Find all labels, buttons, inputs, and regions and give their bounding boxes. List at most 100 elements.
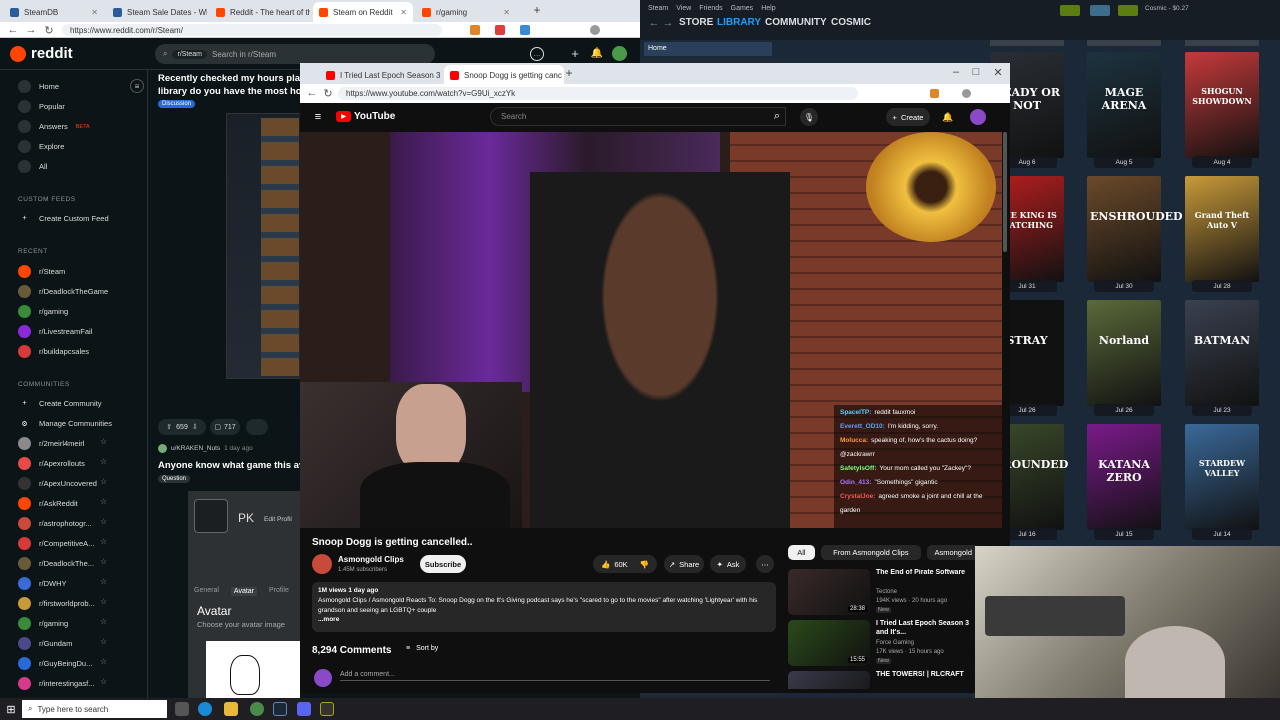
file-explorer-icon[interactable]	[224, 702, 238, 716]
award-button[interactable]	[246, 419, 268, 435]
friends-icon[interactable]	[1060, 5, 1080, 16]
filter-chip[interactable]: All	[788, 545, 815, 560]
community-item[interactable]: r/gaming	[18, 617, 68, 630]
sort-by-button[interactable]: ≡ Sort by	[406, 645, 438, 652]
downvote-icon[interactable]: ⇩	[192, 423, 198, 431]
close-icon[interactable]: ✕	[992, 66, 1004, 79]
store-tab[interactable]: STORE	[679, 17, 713, 28]
reddit-address-bar[interactable]: https://www.reddit.com/r/Steam/	[62, 24, 442, 36]
dislike-icon[interactable]: 👎	[640, 560, 649, 569]
favorite-star-icon[interactable]: ☆	[100, 597, 107, 606]
post2-title[interactable]: Anyone know what game this avat	[158, 460, 313, 471]
community-item[interactable]: r/2meirl4meirl	[18, 437, 84, 450]
browser-tab[interactable]: SteamDB ✕	[4, 2, 104, 22]
community-item[interactable]: r/GuyBeingDu...	[18, 657, 92, 670]
description-box[interactable]: 1M views 1 day ago Asmongold Clips / Asm…	[312, 582, 776, 632]
close-tab-icon[interactable]: ✕	[400, 8, 407, 17]
community-item[interactable]: r/Gundam	[18, 637, 72, 650]
recommended-video[interactable]: 15:55 I Tried Last Epoch Season 3 and It'…	[788, 620, 978, 668]
recommended-video[interactable]: 28:38 The End of Pirate Software Tectone 19…	[788, 569, 978, 617]
profile-tab[interactable]: Avatar	[230, 587, 258, 596]
profile-avatar[interactable]	[590, 25, 600, 35]
user-tab[interactable]: COSMIC	[831, 17, 871, 28]
windows-start-icon[interactable]: ⊞	[4, 702, 18, 716]
notification-icon[interactable]: 🔔	[940, 109, 956, 125]
community-item[interactable]: r/firstworldprob...	[18, 597, 95, 610]
recent-community-item[interactable]: r/buildapcsales	[18, 345, 89, 358]
video-thumbnail[interactable]: 28:38	[788, 569, 870, 615]
vote-bar[interactable]: ⇧ 659 ⇩	[158, 419, 206, 435]
channel-avatar[interactable]	[312, 554, 332, 574]
game-cover[interactable]: BATMAN Jul 23	[1185, 300, 1259, 416]
post-flair[interactable]: Discussion	[158, 100, 196, 108]
user-avatar[interactable]	[612, 46, 627, 61]
new-tab-button[interactable]: +	[530, 3, 544, 17]
post-image[interactable]	[226, 113, 301, 379]
game-cover[interactable]: MAGE ARENA Aug 5	[1087, 52, 1161, 168]
sidebar-nav-item[interactable]: All	[18, 160, 47, 173]
community-item[interactable]: r/interestingasf...	[18, 677, 94, 690]
reddit-logo[interactable]: reddit	[10, 45, 73, 62]
menu-icon[interactable]: ≡	[310, 109, 326, 125]
community-item[interactable]: r/ApexUncovered	[18, 477, 97, 490]
minimize-icon[interactable]: –	[950, 66, 962, 78]
steam-menu-item[interactable]: Steam	[648, 5, 668, 12]
steam-home-button[interactable]: Home	[644, 42, 760, 56]
community-tab[interactable]: COMMUNITY	[765, 17, 827, 28]
maximize-icon[interactable]: □	[970, 66, 982, 78]
community-item[interactable]: r/astrophotogr...	[18, 517, 92, 530]
notification-icon[interactable]: 🔔	[590, 46, 604, 60]
community-item[interactable]: r/DeadlockThe...	[18, 557, 94, 570]
browser-tab[interactable]: Steam on Reddit ✕	[313, 2, 413, 22]
youtube-search-input[interactable]: Search	[490, 107, 786, 126]
share-button[interactable]: ↗ Share	[664, 555, 704, 573]
user-avatar[interactable]	[970, 109, 986, 125]
extension-icon[interactable]	[930, 89, 939, 98]
profile-tab[interactable]: Profile	[269, 587, 289, 596]
recent-heading[interactable]: RECENT	[18, 248, 48, 255]
favorite-star-icon[interactable]: ☆	[100, 437, 107, 446]
like-icon[interactable]: 👍	[601, 560, 610, 569]
steam-menu-item[interactable]: Friends	[699, 5, 722, 12]
more-actions-button[interactable]: ⋯	[756, 555, 774, 573]
forward-icon[interactable]: →	[662, 17, 674, 29]
close-tab-icon[interactable]: ✕	[503, 8, 510, 17]
profile-avatar[interactable]	[962, 89, 971, 98]
reload-icon[interactable]: ↻	[322, 87, 334, 100]
subscribe-button[interactable]: Subscribe	[420, 555, 466, 573]
manage-communities-link[interactable]: ⚙ Manage Communities	[18, 417, 112, 430]
upvote-icon[interactable]: ⇧	[166, 423, 172, 431]
forward-icon[interactable]: →	[24, 23, 38, 37]
community-item[interactable]: r/DWHY	[18, 577, 67, 590]
favorite-star-icon[interactable]: ☆	[100, 577, 107, 586]
community-item[interactable]: r/CompetitiveA...	[18, 537, 94, 550]
recommended-video[interactable]: THE TOWERS! | RLCRAFT	[788, 671, 978, 689]
back-icon[interactable]: ←	[306, 87, 318, 99]
browser-tab[interactable]: Snoop Dogg is getting canc✕	[444, 65, 564, 85]
communities-heading[interactable]: COMMUNITIES	[18, 381, 70, 388]
post-title[interactable]: Recently checked my hours played	[158, 73, 316, 84]
sidebar-nav-item[interactable]: Explore	[18, 140, 64, 153]
browser-tab[interactable]: r/gaming ✕	[416, 2, 516, 22]
extension-icon[interactable]	[470, 25, 480, 35]
library-tab[interactable]: LIBRARY	[717, 17, 761, 28]
favorite-star-icon[interactable]: ☆	[100, 657, 107, 666]
game-cover[interactable]: Grand Theft Auto V Jul 28	[1185, 176, 1259, 292]
youtube-address-bar[interactable]: https://www.youtube.com/watch?v=G9Ui_xcz…	[338, 87, 858, 100]
add-comment-input[interactable]: Add a comment...	[340, 671, 770, 681]
create-community-link[interactable]: + Create Community	[18, 397, 101, 410]
community-item[interactable]: r/Apexrollouts	[18, 457, 85, 470]
post2-flair[interactable]: Question	[158, 475, 191, 483]
profile-tab[interactable]: General	[194, 587, 219, 596]
broadcast-icon[interactable]	[1090, 5, 1110, 16]
close-tab-icon[interactable]: ✕	[91, 8, 98, 17]
filter-chip[interactable]: Asmongold	[926, 545, 980, 560]
wallet-balance[interactable]: Cosmic - $0.27	[1145, 5, 1189, 12]
game-cover[interactable]: KATANA ZERO Jul 15	[1087, 424, 1161, 540]
grid-view-icon[interactable]	[760, 42, 772, 56]
video-thumbnail[interactable]: 15:55	[788, 620, 870, 666]
favorite-star-icon[interactable]: ☆	[100, 497, 107, 506]
sidebar-nav-item[interactable]: Home	[18, 80, 59, 93]
collapse-sidebar-icon[interactable]: ≡	[130, 79, 144, 93]
browser-tab[interactable]: Reddit - The heart of the✕	[210, 2, 310, 22]
